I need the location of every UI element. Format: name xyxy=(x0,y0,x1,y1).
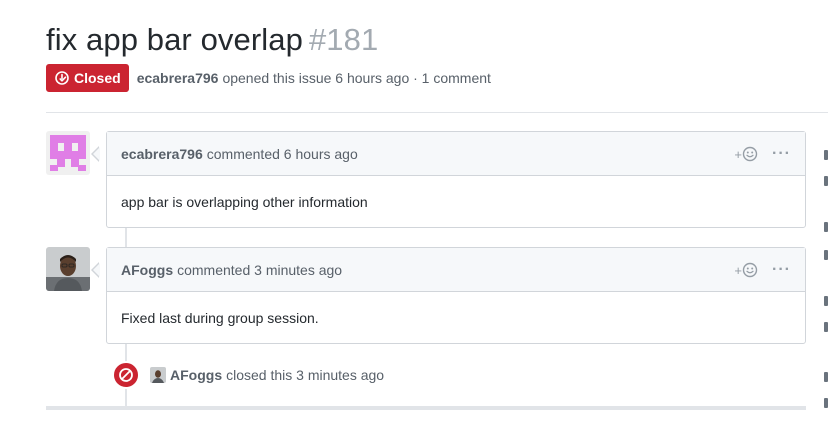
smiley-icon xyxy=(742,262,758,278)
comment-time[interactable]: commented 6 hours ago xyxy=(207,146,358,162)
comment-author-link[interactable]: AFoggs xyxy=(121,262,173,278)
smiley-icon xyxy=(742,146,758,162)
header-divider xyxy=(46,112,828,113)
sidebar-edge-marker xyxy=(824,222,828,232)
reaction-plus: + xyxy=(734,262,743,278)
sidebar-edge-marker xyxy=(824,322,828,332)
user-photo-avatar xyxy=(46,247,90,291)
comment-header: ecabrera796 commented 6 hours ago + ··· xyxy=(91,132,805,176)
sidebar-edge-marker xyxy=(824,250,828,260)
sidebar-edge-marker xyxy=(824,150,828,160)
event-text: closed this 3 minutes ago xyxy=(226,367,385,383)
issue-meta: Closed ecabrera796 opened this issue 6 h… xyxy=(46,64,491,92)
issue-author-link[interactable]: ecabrera796 xyxy=(137,70,219,86)
issue-title: fix app bar overlap #181 xyxy=(46,22,378,58)
identicon-avatar xyxy=(46,131,90,175)
comment-actions: + ··· xyxy=(734,248,791,292)
sidebar-edge-marker xyxy=(824,176,828,186)
issue-title-text: fix app bar overlap xyxy=(46,22,303,57)
status-badge: Closed xyxy=(46,64,129,92)
comment-card: AFoggs commented 3 minutes ago + ··· Fix… xyxy=(91,247,806,344)
comment-card: ecabrera796 commented 6 hours ago + ··· … xyxy=(91,131,806,228)
comment-body: Fixed last during group session. xyxy=(121,309,319,326)
add-reaction-button[interactable]: + xyxy=(734,146,758,162)
reaction-plus: + xyxy=(734,146,743,162)
comment-author-link[interactable]: ecabrera796 xyxy=(121,146,203,162)
comment-more-button[interactable]: ··· xyxy=(772,146,791,162)
issue-closed-icon xyxy=(55,71,69,85)
user-photo-avatar xyxy=(150,367,166,383)
avatar[interactable] xyxy=(46,247,90,291)
close-event-badge xyxy=(112,361,140,389)
add-reaction-button[interactable]: + xyxy=(734,262,758,278)
event-actor-link[interactable]: AFoggs xyxy=(170,367,222,383)
avatar[interactable] xyxy=(46,131,90,175)
close-event: AFoggs closed this 3 minutes ago xyxy=(112,361,384,389)
status-label: Closed xyxy=(74,70,121,86)
avatar[interactable] xyxy=(150,367,166,383)
sidebar-edge-marker xyxy=(824,296,828,306)
comment-time[interactable]: commented 3 minutes ago xyxy=(177,262,342,278)
sidebar-edge-marker xyxy=(824,398,828,408)
issue-number: #181 xyxy=(308,22,379,57)
comment-body: app bar is overlapping other information xyxy=(121,193,368,210)
issue-opened-text: opened this issue 6 hours ago · 1 commen… xyxy=(222,70,491,86)
comment-header: AFoggs commented 3 minutes ago + ··· xyxy=(91,248,805,292)
comment-more-button[interactable]: ··· xyxy=(772,262,791,278)
timeline-end-rule xyxy=(46,406,806,410)
sidebar-edge-marker xyxy=(824,372,828,382)
circle-slash-icon xyxy=(119,368,133,382)
comment-actions: + ··· xyxy=(734,132,791,176)
